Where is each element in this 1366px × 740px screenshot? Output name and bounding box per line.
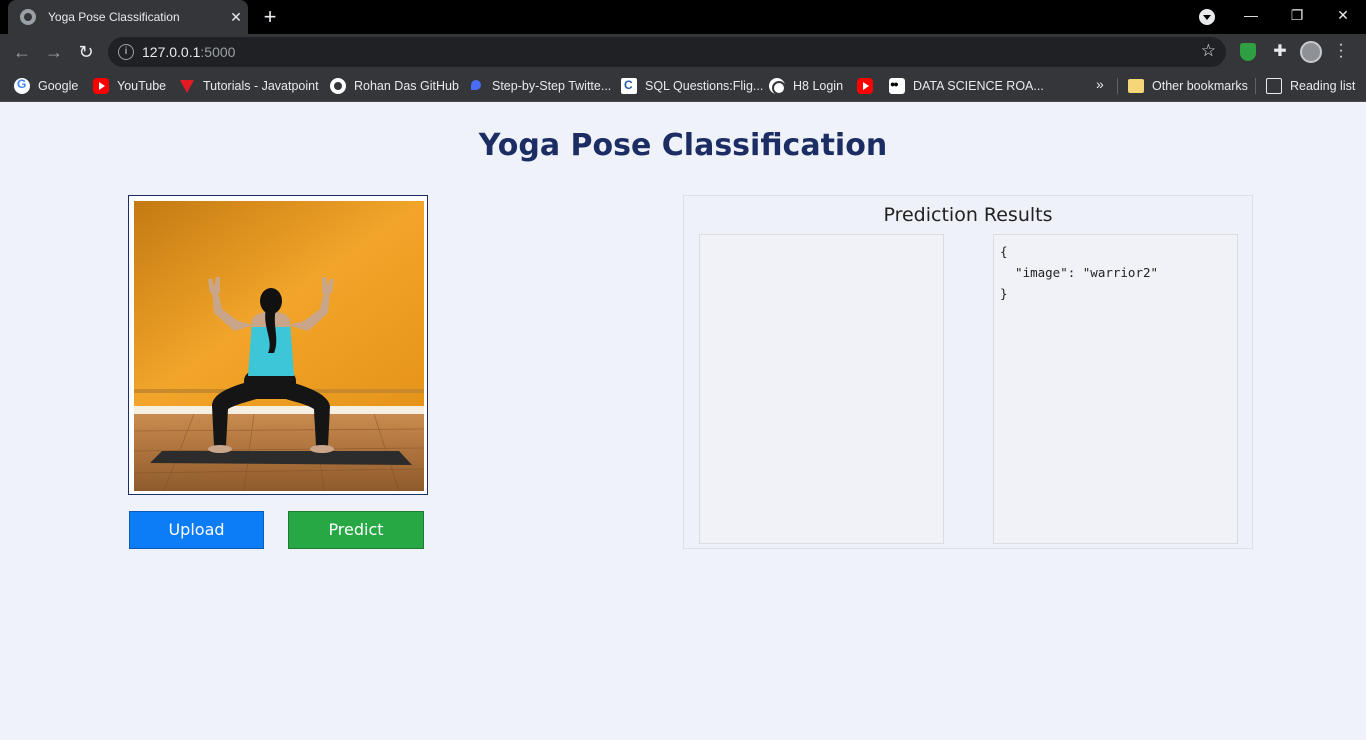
bookmark-github[interactable]: Rohan Das GitHub <box>330 76 459 96</box>
bookmarks-overflow-icon[interactable]: » <box>1096 76 1104 92</box>
tab-title: Yoga Pose Classification <box>48 10 180 24</box>
bookmark-data-science[interactable]: DATA SCIENCE ROA... <box>889 76 1044 96</box>
sql-icon <box>621 78 637 94</box>
youtube-icon <box>857 78 873 94</box>
restore-button[interactable]: ❐ <box>1274 0 1320 34</box>
bookmark-twitter-step[interactable]: Step-by-Step Twitte... <box>468 76 611 96</box>
json-output: { "image": "warrior2" } <box>1000 244 1159 301</box>
prediction-results-panel: Prediction Results { "image": "warrior2"… <box>683 195 1253 549</box>
bookmark-javatpoint[interactable]: Tutorials - Javatpoint <box>179 76 319 96</box>
browser-tab-strip: Yoga Pose Classification ✕ + — ❐ ✕ <box>0 0 1366 34</box>
bookmark-sql[interactable]: SQL Questions:Flig... <box>621 76 763 96</box>
globe-icon <box>20 9 36 25</box>
minimize-button[interactable]: — <box>1228 0 1274 34</box>
profile-avatar[interactable] <box>1300 41 1322 63</box>
bookmark-h8-login[interactable]: H8 Login <box>769 76 843 96</box>
bookmark-separator <box>1255 78 1256 94</box>
extensions-puzzle-icon[interactable]: ✚ <box>1270 42 1290 62</box>
twitter-step-icon <box>468 78 484 94</box>
reading-list[interactable]: Reading list <box>1266 76 1355 96</box>
browser-tab[interactable]: Yoga Pose Classification ✕ <box>8 0 248 34</box>
reading-list-icon <box>1266 78 1282 94</box>
tab-close-icon[interactable]: ✕ <box>224 9 248 26</box>
back-arrow-icon[interactable]: ← <box>8 38 36 66</box>
page-title: Yoga Pose Classification <box>478 128 888 163</box>
address-bar[interactable]: i 127.0.0.1:5000 ☆ <box>108 37 1226 67</box>
site-info-icon[interactable]: i <box>118 44 134 60</box>
javatpoint-icon <box>179 78 195 94</box>
youtube-icon <box>93 78 109 94</box>
folder-icon <box>1128 79 1144 93</box>
reload-icon[interactable]: ↻ <box>72 38 100 66</box>
close-window-button[interactable]: ✕ <box>1320 0 1366 34</box>
bookmark-youtube-2[interactable] <box>857 76 881 96</box>
medium-icon <box>889 78 905 94</box>
predict-button[interactable]: Predict <box>288 511 424 549</box>
bookmark-google[interactable]: Google <box>14 76 78 96</box>
results-title: Prediction Results <box>883 204 1053 226</box>
bookmark-other[interactable]: Other bookmarks <box>1128 76 1248 96</box>
results-image-panel <box>699 234 944 544</box>
globe-icon <box>769 78 786 95</box>
forward-arrow-icon[interactable]: → <box>40 38 68 66</box>
menu-kebab-icon[interactable]: · · · <box>1336 37 1346 65</box>
uploaded-image-frame <box>128 195 428 495</box>
new-tab-button[interactable]: + <box>256 4 284 30</box>
url-text[interactable]: 127.0.0.1:5000 <box>142 44 235 60</box>
yoga-pose-image <box>134 201 424 491</box>
google-icon <box>14 77 30 94</box>
shield-extension-icon[interactable] <box>1238 42 1258 62</box>
bookmarks-bar: Google YouTube Tutorials - Javatpoint Ro… <box>0 70 1366 102</box>
upload-button[interactable]: Upload <box>129 511 264 549</box>
bookmark-separator <box>1117 78 1118 94</box>
bookmark-youtube[interactable]: YouTube <box>93 76 166 96</box>
results-json-panel: { "image": "warrior2" } <box>993 234 1238 544</box>
github-icon <box>330 78 346 94</box>
bookmark-star-icon[interactable]: ☆ <box>1201 41 1216 61</box>
browser-toolbar: ← → ↻ i 127.0.0.1:5000 ☆ ✚ · · · <box>0 34 1366 70</box>
tab-search-icon[interactable] <box>1199 9 1215 25</box>
